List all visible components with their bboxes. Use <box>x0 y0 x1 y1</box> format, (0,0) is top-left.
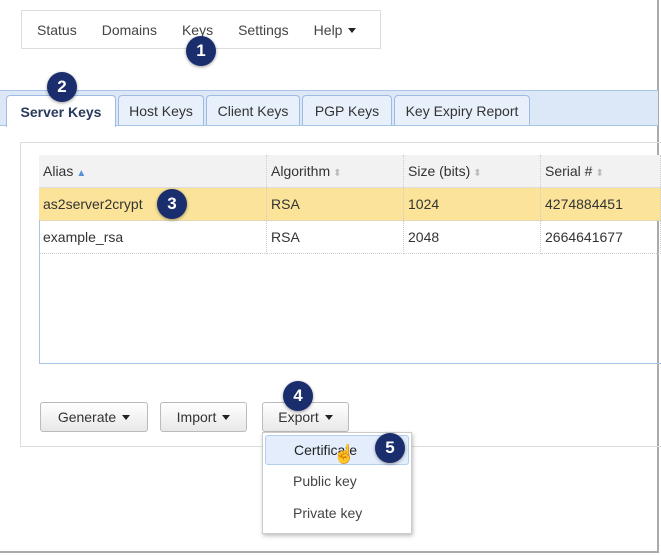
export-label: Export <box>278 409 319 425</box>
sort-asc-icon: ▲ <box>76 168 87 179</box>
tab-host-keys[interactable]: Host Keys <box>118 95 204 125</box>
nav-settings[interactable]: Settings <box>238 22 289 38</box>
step-badge-3: 3 <box>157 189 187 219</box>
keys-table: Alias ▲ Algorithm ⬍ Size (bits) ⬍ Serial # ⬍… <box>39 155 661 254</box>
col-serial[interactable]: Serial # ⬍ <box>540 155 661 188</box>
cell-size: 1024 <box>403 187 541 221</box>
step-badge-5: 5 <box>375 433 405 463</box>
sort-icon: ⬍ <box>333 168 342 179</box>
cell-algorithm: RSA <box>266 187 404 221</box>
step-badge-1: 1 <box>186 36 216 66</box>
table-header: Alias ▲ Algorithm ⬍ Size (bits) ⬍ Serial # ⬍ <box>39 155 661 188</box>
import-label: Import <box>176 409 217 425</box>
col-size-label: Size (bits) <box>408 163 471 179</box>
col-alias[interactable]: Alias ▲ <box>39 155 267 188</box>
caret-down-icon <box>122 414 131 420</box>
generate-button[interactable]: Generate <box>40 402 148 432</box>
caret-down-icon <box>324 414 333 420</box>
cell-serial: 2664641677 <box>540 220 661 254</box>
cell-alias: example_rsa <box>39 220 267 254</box>
tab-client-keys[interactable]: Client Keys <box>206 95 300 125</box>
nav-help-label: Help <box>313 21 343 38</box>
step-badge-2: 2 <box>47 72 77 102</box>
nav-domains[interactable]: Domains <box>102 22 157 38</box>
col-algorithm-label: Algorithm <box>271 163 331 179</box>
step-badge-4: 4 <box>283 381 313 411</box>
nav-help[interactable]: Help <box>314 22 357 38</box>
nav-keys[interactable]: Keys <box>182 22 213 38</box>
tab-key-expiry-report[interactable]: Key Expiry Report <box>394 95 530 125</box>
caret-down-icon <box>348 28 357 34</box>
sort-icon: ⬍ <box>473 168 482 179</box>
tab-bar: Server Keys Host Keys Client Keys PGP Ke… <box>0 90 658 127</box>
hand-cursor-icon: ☝ <box>333 444 356 464</box>
nav-status[interactable]: Status <box>37 22 77 38</box>
col-algorithm[interactable]: Algorithm ⬍ <box>266 155 404 188</box>
col-serial-label: Serial # <box>545 163 593 179</box>
generate-label: Generate <box>57 409 117 425</box>
caret-down-icon <box>222 414 231 420</box>
table-row[interactable]: as2server2crypt RSA 1024 4274884451 <box>39 187 661 221</box>
cell-alias: as2server2crypt <box>39 187 267 221</box>
import-button[interactable]: Import <box>160 402 247 432</box>
menu-item-public-key[interactable]: Public key <box>263 465 411 497</box>
col-size[interactable]: Size (bits) ⬍ <box>403 155 541 188</box>
cell-algorithm: RSA <box>266 220 404 254</box>
table-row[interactable]: example_rsa RSA 2048 2664641677 <box>39 220 661 254</box>
col-alias-label: Alias <box>43 163 74 179</box>
tab-pgp-keys[interactable]: PGP Keys <box>302 95 392 125</box>
menu-item-private-key[interactable]: Private key <box>263 497 411 529</box>
cell-serial: 4274884451 <box>540 187 661 221</box>
cell-size: 2048 <box>403 220 541 254</box>
sort-icon: ⬍ <box>595 168 604 179</box>
